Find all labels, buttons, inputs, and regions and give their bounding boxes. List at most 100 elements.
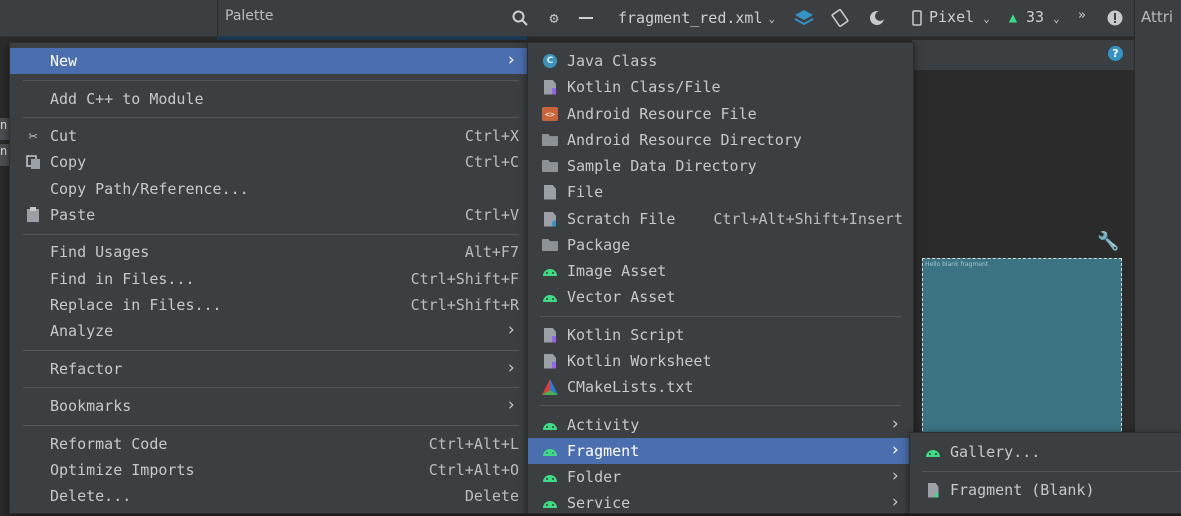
menu-separator xyxy=(23,350,519,351)
wrench-icon[interactable]: 🔧 xyxy=(1097,231,1119,252)
menu-item-shortcut: Delete xyxy=(464,487,519,505)
menu-separator xyxy=(23,234,519,235)
menu-item-folder[interactable]: Folder › xyxy=(528,464,913,490)
android-icon: ▲ xyxy=(1008,10,1018,26)
package-icon xyxy=(542,237,558,253)
menu-item-find-usages[interactable]: Find Usages Alt+F7 xyxy=(10,239,527,265)
menu-item-vector-asset[interactable]: Vector Asset xyxy=(528,284,913,310)
chevron-down-icon: ⌄ xyxy=(768,11,776,25)
menu-item-cut[interactable]: ✂ Cut Ctrl+X xyxy=(10,123,527,149)
menu-item-image-asset[interactable]: Image Asset xyxy=(528,258,913,284)
toolbar-overflow-icon[interactable]: » xyxy=(1078,8,1086,23)
chevron-right-icon: › xyxy=(506,320,517,340)
attributes-panel-header: Attri xyxy=(1134,0,1181,36)
layers-icon[interactable] xyxy=(793,7,815,29)
menu-item-label: Kotlin Script xyxy=(567,326,685,344)
menu-item-label: New xyxy=(50,52,78,70)
search-icon[interactable] xyxy=(509,7,531,29)
menu-item-shortcut: Ctrl+V xyxy=(464,206,519,224)
cmake-icon xyxy=(542,379,558,395)
minimize-icon[interactable] xyxy=(575,7,597,29)
android-icon xyxy=(542,289,558,305)
help-icon[interactable]: ? xyxy=(1108,46,1123,61)
folder-icon xyxy=(542,132,558,148)
night-mode-icon[interactable] xyxy=(866,7,888,29)
menu-separator xyxy=(23,117,519,118)
menu-item-label: Replace in Files... xyxy=(50,296,222,314)
left-edge-tab[interactable]: n xyxy=(0,118,9,140)
menu-item-label: Kotlin Worksheet xyxy=(567,352,712,370)
chevron-right-icon: › xyxy=(890,492,901,512)
kotlin-file-icon xyxy=(542,79,558,95)
left-edge-tab[interactable]: n xyxy=(0,144,9,166)
menu-item-label: Bookmarks xyxy=(50,397,132,415)
menu-item-activity[interactable]: Activity › xyxy=(528,412,913,438)
menu-item-package[interactable]: Package xyxy=(528,232,913,258)
menu-separator xyxy=(540,405,901,406)
menu-item-label: Cut xyxy=(50,127,78,145)
menu-item-label: Folder xyxy=(567,468,622,486)
menu-item-kotlin-worksheet[interactable]: Kotlin Worksheet xyxy=(528,348,913,374)
tab-fragment-red-xml[interactable]: fragment_red.xml ⌄ xyxy=(608,0,785,36)
menu-item-reformat-code[interactable]: Reformat Code Ctrl+Alt+L xyxy=(10,431,527,457)
menu-item-fragment-blank[interactable]: Fragment (Blank) xyxy=(910,477,1181,503)
menu-item-label: Copy Path/Reference... xyxy=(50,180,249,198)
menu-item-refactor[interactable]: Refactor › xyxy=(10,356,527,382)
menu-item-label: Service xyxy=(567,494,631,512)
menu-item-file[interactable]: File xyxy=(528,179,913,205)
menu-item-label: Android Resource Directory xyxy=(567,131,802,149)
menu-item-cmakelists[interactable]: CMakeLists.txt xyxy=(528,374,913,400)
menu-item-find-in-files[interactable]: Find in Files... Ctrl+Shift+F xyxy=(10,266,527,292)
menu-item-android-resource-directory[interactable]: Android Resource Directory xyxy=(528,127,913,153)
menu-item-optimize-imports[interactable]: Optimize Imports Ctrl+Alt+O xyxy=(10,457,527,483)
menu-item-label: Kotlin Class/File xyxy=(567,78,721,96)
menu-item-replace-in-files[interactable]: Replace in Files... Ctrl+Shift+R xyxy=(10,292,527,318)
chevron-right-icon: › xyxy=(506,358,517,378)
gear-icon[interactable]: ⚙ xyxy=(543,7,565,29)
android-icon xyxy=(542,469,558,485)
chevron-right-icon: › xyxy=(890,440,901,460)
menu-item-add-cpp[interactable]: Add C++ to Module xyxy=(10,86,527,112)
menu-item-copy[interactable]: Copy Ctrl+C xyxy=(10,149,527,175)
menu-item-label: Java Class xyxy=(567,52,658,70)
device-icon[interactable] xyxy=(906,7,928,29)
menu-item-label: Vector Asset xyxy=(567,288,676,306)
menu-item-fragment[interactable]: Fragment › xyxy=(528,438,913,464)
menu-item-shortcut: Ctrl+X xyxy=(464,127,519,145)
device-selector[interactable]: Pixel ⌄ xyxy=(929,8,990,26)
menu-item-analyze[interactable]: Analyze › xyxy=(10,318,527,344)
menu-item-scratch-file[interactable]: Scratch File Ctrl+Alt+Shift+Insert xyxy=(528,206,913,232)
menu-item-paste[interactable]: Paste Ctrl+V xyxy=(10,202,527,228)
context-menu: New › Add C++ to Module ✂ Cut Ctrl+X Cop… xyxy=(9,42,528,514)
menu-item-label: Copy xyxy=(50,153,87,171)
menu-item-label: Refactor xyxy=(50,360,123,378)
scissors-icon: ✂ xyxy=(28,127,38,145)
orientation-icon[interactable] xyxy=(829,7,851,29)
menu-separator xyxy=(540,316,901,317)
api-level-selector[interactable]: 33 ⌄ xyxy=(1026,8,1060,26)
kotlin-file-icon xyxy=(542,353,558,369)
menu-item-new[interactable]: New › xyxy=(10,48,527,74)
menu-item-android-resource-file[interactable]: <> Android Resource File xyxy=(528,101,913,127)
warning-icon[interactable] xyxy=(1104,7,1126,29)
android-icon xyxy=(542,495,558,511)
menu-item-delete[interactable]: Delete... Delete xyxy=(10,483,527,509)
file-tab-label: fragment_red.xml xyxy=(618,9,763,27)
fragment-submenu: Gallery... Fragment (Blank) xyxy=(909,432,1181,514)
chevron-right-icon: › xyxy=(890,414,901,434)
menu-item-sample-data-directory[interactable]: Sample Data Directory xyxy=(528,153,913,179)
menu-item-label: Scratch File xyxy=(567,210,676,228)
menu-item-gallery[interactable]: Gallery... xyxy=(910,439,1181,465)
kotlin-file-icon xyxy=(542,327,558,343)
fragment-template-icon xyxy=(925,482,941,498)
menu-item-kotlin-class[interactable]: Kotlin Class/File xyxy=(528,74,913,100)
menu-separator xyxy=(23,387,519,388)
menu-item-kotlin-script[interactable]: Kotlin Script xyxy=(528,322,913,348)
menu-item-service[interactable]: Service › xyxy=(528,490,913,516)
menu-item-bookmarks[interactable]: Bookmarks › xyxy=(10,393,527,419)
menu-item-label: Sample Data Directory xyxy=(567,157,757,175)
project-panel-header xyxy=(0,0,218,36)
menu-item-java-class[interactable]: C Java Class xyxy=(528,48,913,74)
android-icon xyxy=(925,444,941,460)
menu-item-copy-path[interactable]: Copy Path/Reference... xyxy=(10,176,527,202)
